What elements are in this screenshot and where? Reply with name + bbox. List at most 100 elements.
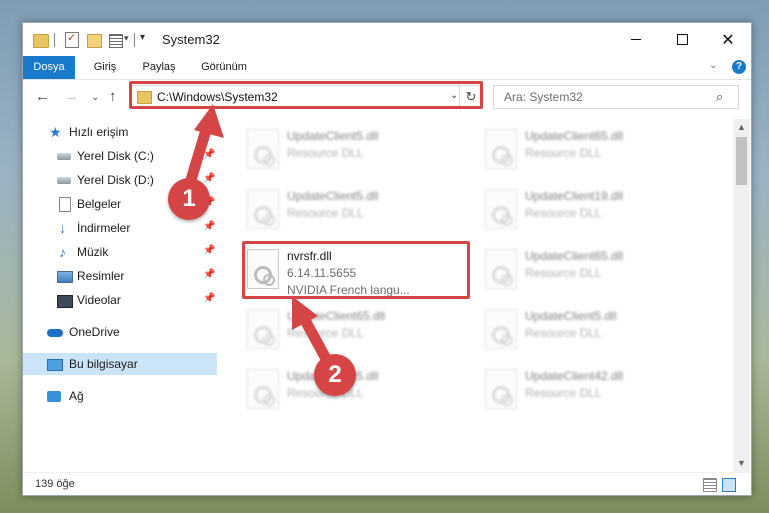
maximize-icon [676, 34, 688, 45]
file-item[interactable]: UpdateClient65.dll Resource DLL [481, 125, 701, 179]
window-title: System32 [162, 32, 220, 47]
forward-arrow-icon[interactable]: → [64, 88, 79, 105]
pictures-icon [57, 271, 73, 283]
tab-file[interactable]: Dosya [23, 56, 75, 79]
network-icon [47, 391, 61, 402]
sidebar-item-this-pc[interactable]: Bu bilgisayar [23, 353, 217, 375]
search-input[interactable]: Ara: System32 ⌕ [493, 85, 739, 109]
customize-toolbar-icon[interactable]: ▾ [140, 32, 145, 48]
help-icon[interactable]: ? [732, 60, 746, 74]
title-bar: ▾ ▾ System32 ✕ [23, 23, 751, 56]
navigation-pane: ★ Hızlı erişim Yerel Disk (C:) 📌 Yerel D… [23, 119, 217, 464]
tab-view[interactable]: Görünüm [193, 56, 255, 79]
dll-file-icon [247, 369, 279, 409]
sidebar-item-label: Müzik [77, 245, 109, 259]
file-description: Resource DLL [287, 326, 364, 340]
item-count: 139 öğe [35, 478, 75, 490]
tab-home[interactable]: Giriş [85, 56, 125, 79]
file-item[interactable]: UpdateClient42.dll Resource DLL [481, 365, 701, 419]
sidebar-item-label: Hızlı erişim [69, 125, 129, 139]
dll-file-icon [485, 249, 517, 289]
pin-icon[interactable]: 📌 [203, 173, 215, 184]
pin-icon[interactable]: 📌 [203, 221, 215, 232]
file-name: UpdateClient5.dll [525, 309, 617, 323]
file-name: UpdateClient65.dll [287, 309, 386, 323]
pin-icon[interactable]: 📌 [203, 245, 215, 256]
scroll-down-icon[interactable]: ▼ [733, 455, 750, 472]
videos-icon [57, 295, 73, 308]
sidebar-item-label: Resimler [77, 269, 125, 283]
scroll-up-icon[interactable]: ▲ [733, 119, 750, 136]
scroll-thumb[interactable] [736, 137, 747, 185]
file-description: Resource DLL [525, 386, 602, 400]
documents-icon [59, 197, 71, 212]
dll-file-icon [485, 369, 517, 409]
quick-access-star-icon: ★ [49, 124, 62, 140]
sidebar-item-label: Videolar [77, 293, 121, 307]
back-arrow-icon[interactable]: ← [35, 88, 50, 105]
this-pc-icon [47, 359, 63, 371]
file-description: Resource DLL [525, 206, 602, 220]
dll-file-icon [247, 129, 279, 169]
pin-icon[interactable]: 📌 [203, 293, 215, 304]
pin-icon[interactable]: 📌 [203, 269, 215, 280]
pin-icon[interactable]: 📌 [203, 149, 215, 160]
sidebar-item-local-disk-c[interactable]: Yerel Disk (C:) 📌 [23, 145, 217, 167]
file-name: UpdateClient5.dll [287, 189, 379, 203]
sidebar-item-videos[interactable]: Videolar 📌 [23, 289, 217, 311]
file-item[interactable]: UpdateClient5.dll Resource DLL [243, 185, 463, 239]
file-name: UpdateClient65.dll [525, 129, 624, 143]
file-description: Resource DLL [525, 266, 602, 280]
dll-file-icon [247, 189, 279, 229]
sidebar-item-pictures[interactable]: Resimler 📌 [23, 265, 217, 287]
file-item[interactable]: UpdateClient5.dll Resource DLL [243, 125, 463, 179]
sidebar-item-label: Yerel Disk (D:) [77, 173, 154, 187]
divider [54, 33, 55, 47]
expand-ribbon-icon[interactable]: ⌄ [709, 60, 717, 71]
music-icon: ♪ [59, 244, 66, 260]
file-item[interactable]: UpdateClient19.dll Resource DLL [481, 185, 701, 239]
disk-icon [57, 177, 71, 184]
file-description: Resource DLL [287, 146, 364, 160]
vertical-scrollbar[interactable]: ▲ ▼ [733, 119, 750, 472]
close-button[interactable]: ✕ [705, 23, 751, 56]
file-item[interactable]: UpdateClient65.dll Resource DLL [481, 245, 701, 299]
dll-file-icon [485, 309, 517, 349]
search-icon[interactable]: ⌕ [716, 89, 723, 105]
sidebar-item-onedrive[interactable]: OneDrive [23, 321, 217, 343]
sidebar-item-label: Belgeler [77, 197, 122, 211]
recent-locations-icon[interactable]: ⌄ [91, 92, 99, 103]
status-bar: 139 öğe [23, 472, 751, 495]
file-highlight-box [242, 241, 470, 299]
file-name: UpdateClient42.dll [525, 369, 624, 383]
step-badge-2: 2 [314, 354, 356, 396]
file-item[interactable]: UpdateClient5.dll Resource DLL [481, 305, 701, 359]
large-icons-view-icon[interactable] [722, 478, 736, 492]
sidebar-item-quick-access[interactable]: ★ Hızlı erişim [23, 121, 217, 143]
sidebar-item-label: OneDrive [69, 325, 120, 339]
minimize-button[interactable] [613, 23, 659, 56]
sidebar-item-label: Bu bilgisayar [69, 357, 138, 371]
view-options-icon[interactable] [109, 34, 123, 48]
file-item[interactable]: UpdateClient65.dll Resource DLL [243, 305, 463, 359]
divider [134, 33, 135, 47]
address-highlight-box [129, 81, 483, 109]
sidebar-item-downloads[interactable]: ↓ İndirmeler 📌 [23, 217, 217, 239]
sidebar-item-network[interactable]: Ağ [23, 385, 217, 407]
search-placeholder: Ara: System32 [504, 90, 583, 104]
up-arrow-icon[interactable]: ↑ [109, 88, 117, 105]
sidebar-item-music[interactable]: ♪ Müzik 📌 [23, 241, 217, 263]
file-description: Resource DLL [525, 326, 602, 340]
file-name: UpdateClient19.dll [525, 189, 624, 203]
details-view-icon[interactable] [703, 478, 717, 492]
dll-file-icon [485, 189, 517, 229]
chevron-down-icon[interactable]: ▾ [124, 33, 129, 49]
file-name: UpdateClient65.dll [525, 249, 624, 263]
onedrive-cloud-icon [47, 329, 63, 337]
file-name: UpdateClient5.dll [287, 129, 379, 143]
maximize-button[interactable] [659, 23, 705, 56]
properties-icon[interactable] [65, 31, 79, 48]
tab-share[interactable]: Paylaş [137, 56, 181, 79]
disk-icon [57, 153, 71, 160]
new-folder-icon[interactable] [87, 34, 102, 48]
